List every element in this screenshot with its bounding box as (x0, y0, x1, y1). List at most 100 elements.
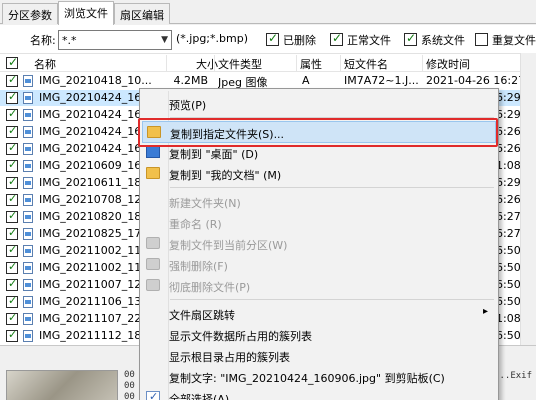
column-attributes[interactable]: 属性 (300, 56, 322, 72)
menu-item-label: 预览(P) (169, 99, 207, 112)
menu-item[interactable]: 复制文字: "IMG_20210424_160906.jpg" 到剪贴板(C) (142, 366, 496, 388)
row-checkbox[interactable] (6, 294, 18, 308)
menu-item[interactable]: 显示文件数据所占用的簇列表 (142, 324, 496, 346)
row-checkbox[interactable] (6, 277, 18, 291)
normal-files-label: 正常文件 (347, 34, 391, 47)
column-modified[interactable]: 修改时间 (426, 56, 470, 72)
cell-name: IMG_20210418_10... (39, 74, 152, 87)
image-file-icon (23, 75, 33, 87)
column-name[interactable]: 名称 (34, 56, 56, 72)
row-checkbox[interactable] (6, 260, 18, 274)
row-checkbox[interactable] (6, 124, 18, 138)
menu-item[interactable]: 预览(P) (142, 93, 496, 115)
select-all-icon (146, 390, 160, 400)
folder-icon (146, 258, 160, 270)
list-header: 名称 大小 文件类型 属性 短文件名 修改时间 (0, 54, 536, 72)
row-checkbox[interactable] (6, 209, 18, 223)
system-files-label: 系统文件 (421, 34, 465, 47)
row-checkbox[interactable] (6, 311, 18, 325)
menu-item-label: 复制文件到当前分区(W) (169, 239, 288, 252)
row-checkbox[interactable] (6, 175, 18, 189)
image-file-icon (23, 194, 33, 206)
name-filter-combo[interactable]: *.* ▼ (58, 30, 172, 50)
deleted-label: 已删除 (283, 34, 316, 47)
row-checkbox[interactable] (6, 107, 18, 121)
image-thumbnail (6, 370, 118, 400)
folder-icon (146, 167, 160, 179)
image-file-icon (23, 313, 33, 325)
menu-item-label: 强制删除(F) (169, 260, 228, 273)
image-file-icon (23, 211, 33, 223)
tab-partition-params[interactable]: 分区参数 (2, 3, 58, 24)
select-all-checkbox[interactable] (6, 55, 18, 69)
image-file-icon (23, 92, 33, 104)
exif-text: ...Exif (494, 371, 532, 381)
image-file-icon (23, 279, 33, 291)
menu-item-label: 彻底删除文件(P) (169, 281, 251, 294)
image-file-icon (23, 228, 33, 240)
submenu-arrow-icon: ▸ (482, 306, 488, 317)
row-checkbox[interactable] (6, 328, 18, 342)
row-checkbox[interactable] (6, 141, 18, 155)
extension-hint: (*.jpg;*.bmp) (176, 32, 248, 45)
image-file-icon (23, 143, 33, 155)
name-label: 名称: (30, 34, 56, 47)
normal-files-checkbox[interactable] (330, 31, 343, 46)
menu-item-label: 复制到 "桌面" (D) (169, 148, 259, 161)
menu-item: 新建文件夹(N) (142, 191, 496, 213)
menu-item[interactable]: 复制到 "我的文档" (M) (142, 163, 496, 185)
image-file-icon (23, 177, 33, 189)
row-checkbox[interactable] (6, 226, 18, 240)
image-file-icon (23, 296, 33, 308)
menu-item-label: 显示根目录占用的簇列表 (169, 351, 290, 364)
chevron-down-icon[interactable]: ▼ (161, 35, 168, 45)
deleted-checkbox[interactable] (266, 31, 279, 46)
system-files-checkbox[interactable] (404, 31, 417, 46)
cell-size: 4.2MB (173, 74, 208, 87)
menu-item-label: 复制到 "我的文档" (M) (169, 169, 282, 182)
cell-short: IM7A72~1.J... (344, 74, 419, 87)
menu-item: 彻底删除文件(P) (142, 275, 496, 297)
image-file-icon (23, 109, 33, 121)
tab-browse-files[interactable]: 浏览文件 (58, 1, 114, 25)
row-checkbox[interactable] (6, 243, 18, 257)
row-checkbox[interactable] (6, 90, 18, 104)
menu-separator (170, 187, 494, 188)
image-file-icon (23, 160, 33, 172)
cell-attr: A (302, 74, 310, 87)
menu-item[interactable]: 显示根目录占用的簇列表 (142, 345, 496, 367)
menu-item-label: 显示文件数据所占用的簇列表 (169, 330, 312, 343)
filter-bar: 名称: *.* ▼ (*.jpg;*.bmp) 已删除 正常文件 系统文件 重复… (0, 25, 536, 53)
image-file-icon (23, 126, 33, 138)
menu-item-label: 全部选择(A) (169, 393, 230, 400)
menu-item-label: 文件扇区跳转 (169, 309, 235, 322)
desktop-icon (146, 146, 160, 158)
image-file-icon (23, 330, 33, 342)
menu-separator (170, 299, 494, 300)
folder-icon (146, 237, 160, 249)
menu-item-label: 复制文字: "IMG_20210424_160906.jpg" 到剪贴板(C) (169, 372, 445, 385)
menu-item: 重命名 (R) (142, 212, 496, 234)
duplicate-files-checkbox[interactable] (475, 33, 488, 46)
menu-item: 复制文件到当前分区(W) (142, 233, 496, 255)
duplicate-files-label: 重复文件 (492, 34, 536, 47)
row-checkbox[interactable] (6, 73, 18, 87)
menu-item-label: 新建文件夹(N) (169, 197, 241, 210)
row-checkbox[interactable] (6, 192, 18, 206)
name-filter-value: *.* (62, 34, 77, 47)
vertical-scrollbar[interactable] (520, 53, 536, 345)
tab-bar: 分区参数 浏览文件 扇区编辑 (0, 0, 536, 25)
menu-item[interactable]: 文件扇区跳转 ▸ (142, 303, 496, 325)
table-row[interactable]: IMG_20210418_10...4.2MBJpeg 图像AIM7A72~1.… (0, 73, 536, 89)
hex-dump: 00 00 00 (124, 370, 135, 400)
highlight-annotation-box (138, 118, 498, 147)
image-file-icon (23, 245, 33, 257)
column-type[interactable]: 文件类型 (218, 56, 262, 72)
folder-icon (146, 279, 160, 291)
row-checkbox[interactable] (6, 158, 18, 172)
column-short-name[interactable]: 短文件名 (344, 56, 388, 72)
tab-sector-edit[interactable]: 扇区编辑 (114, 3, 170, 24)
menu-item: 强制删除(F) (142, 254, 496, 276)
menu-item-label: 重命名 (R) (169, 218, 222, 231)
menu-item[interactable]: 全部选择(A) (142, 387, 496, 400)
